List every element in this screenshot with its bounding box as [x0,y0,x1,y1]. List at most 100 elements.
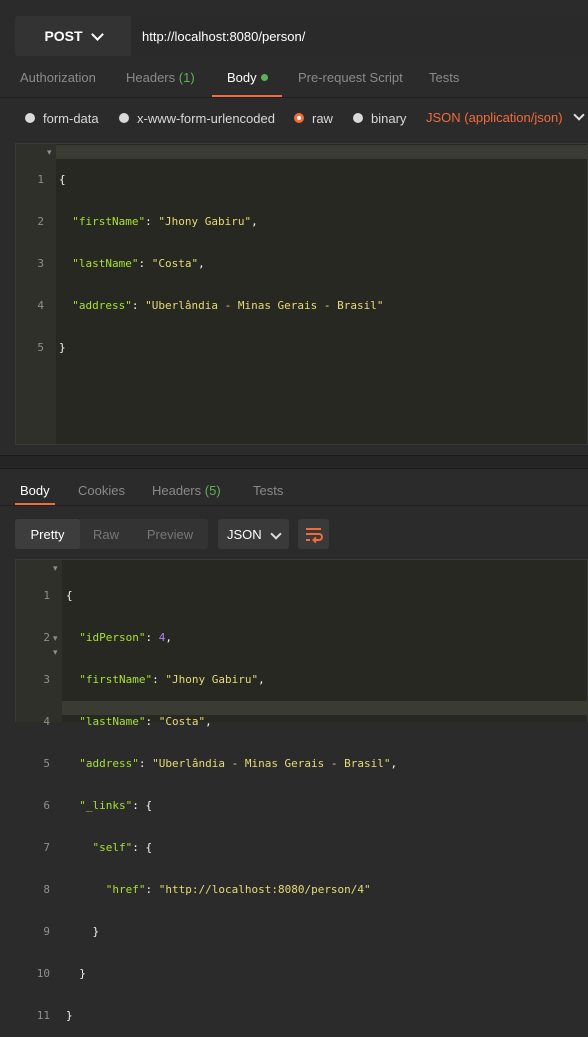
response-headers-count: (5) [204,483,221,498]
tab-authorization[interactable]: Authorization [20,70,96,98]
json-key: "_links" [79,799,133,812]
line-number: 10 [36,967,50,980]
code-line: "lastName": "Costa", [72,257,205,270]
code-line: { [59,173,384,187]
content-type-label: JSON (application/json) [426,110,563,125]
response-tab-headers[interactable]: Headers (5) [152,483,221,505]
line-number: 1 [43,589,50,602]
brace: } [66,1009,73,1022]
request-code: { "firstName": "Jhony Gabiru", "lastName… [59,145,384,369]
line-number: 3 [43,673,50,686]
brace: } [59,341,66,354]
chevron-down-icon [572,109,585,121]
response-tab-tests[interactable]: Tests [253,483,283,505]
line-number: 1 [37,173,44,186]
json-key: "self" [92,841,133,854]
line-number: 4 [43,715,50,728]
response-tab-cookies[interactable]: Cookies [78,483,125,505]
response-line-numbers: 1 2 3 4 5 6 7 8 9 10 11 [22,561,50,1037]
code-line: "self": { [92,841,153,854]
brace: } [92,925,100,938]
line-number: 6 [43,799,50,812]
response-format-label: JSON [227,526,262,542]
json-string: "http://localhost:8080/person/4" [158,883,371,896]
code-line: "firstName": "Jhony Gabiru", [72,215,258,228]
code-line: "lastName": "Costa", [79,715,212,728]
json-string: "Uberlândia - Minas Gerais - Brasil" [145,299,384,312]
radio-label: x-www-form-urlencoded [137,110,275,126]
code-line: "idPerson": 4, [79,631,172,644]
view-pretty-button[interactable]: Pretty [15,519,80,549]
chevron-down-icon [270,528,282,540]
fold-arrow-icon[interactable]: ▾ [53,633,58,644]
method-label: POST [44,28,83,44]
radio-label: binary [371,110,407,126]
line-number: 2 [37,215,44,228]
json-key: "firstName" [72,215,146,228]
response-format-select[interactable]: JSON [218,519,289,549]
line-number: 3 [37,257,44,270]
json-string: "Jhony Gabiru" [158,215,252,228]
chevron-down-icon [90,27,104,41]
tab-headers[interactable]: Headers (1) [126,70,195,98]
json-key: "address" [79,757,139,770]
line-number: 4 [37,299,44,312]
radio-urlencoded[interactable]: x-www-form-urlencoded [119,108,275,128]
fold-arrow-icon[interactable]: ▾ [53,563,58,574]
json-key: "firstName" [79,673,153,686]
radio-form-data[interactable]: form-data [25,108,99,128]
radio-circle-selected [294,113,304,123]
code-line: } [66,1009,397,1023]
json-key: "href" [105,883,146,896]
json-key: "address" [72,299,132,312]
pane-divider[interactable] [0,455,588,469]
tab-body[interactable]: Body [227,70,268,98]
tab-tests[interactable]: Tests [429,70,459,98]
tab-headers-label: Headers [126,70,176,85]
view-preview-button[interactable]: Preview [132,519,208,549]
json-key: "idPerson" [79,631,146,644]
line-number: 11 [36,1009,50,1022]
line-number: 9 [43,925,50,938]
code-line: "address": "Uberlândia - Minas Gerais - … [79,757,398,770]
response-tab-body[interactable]: Body [20,483,50,505]
tab-body-label: Body [227,70,257,85]
body-indicator-dot [260,74,268,81]
radio-label: form-data [43,110,99,126]
brace: } [79,967,86,980]
wrap-lines-button[interactable] [298,519,329,549]
code-line: "firstName": "Jhony Gabiru", [79,673,265,686]
line-number: 2 [43,631,50,644]
brace: { [66,589,73,602]
method-select[interactable]: POST [15,16,131,56]
radio-label: raw [312,110,333,126]
code-line: } [66,925,397,939]
json-string: "Jhony Gabiru" [165,673,259,686]
line-number: 8 [43,883,50,896]
tabs-divider [0,97,588,98]
request-line-numbers: 1 2 3 4 5 [16,145,44,369]
code-line: } [66,967,397,981]
tab-prerequest-script[interactable]: Pre-request Script [298,70,403,98]
code-line: "address": "Uberlândia - Minas Gerais - … [72,299,384,312]
line-number: 5 [43,757,50,770]
wrap-lines-icon [306,528,323,544]
json-string: "Costa" [151,257,199,270]
view-raw-button[interactable]: Raw [80,519,132,549]
code-line: } [59,341,384,355]
line-number: 5 [37,341,44,354]
fold-arrow-icon[interactable]: ▾ [47,147,52,158]
url-input[interactable]: http://localhost:8080/person/ [131,16,588,56]
json-key: "lastName" [72,257,139,270]
code-line: { [66,589,397,603]
code-line: "href": "http://localhost:8080/person/4" [105,883,371,896]
radio-raw[interactable]: raw [294,108,333,128]
brace: { [59,173,66,186]
code-line: "_links": { [79,799,153,812]
line-number: 7 [43,841,50,854]
content-type-select[interactable]: JSON (application/json) [426,109,585,125]
headers-count: (1) [178,70,195,85]
radio-circle [119,113,129,123]
radio-binary[interactable]: binary [353,108,406,128]
fold-arrow-icon[interactable]: ▾ [53,647,58,658]
